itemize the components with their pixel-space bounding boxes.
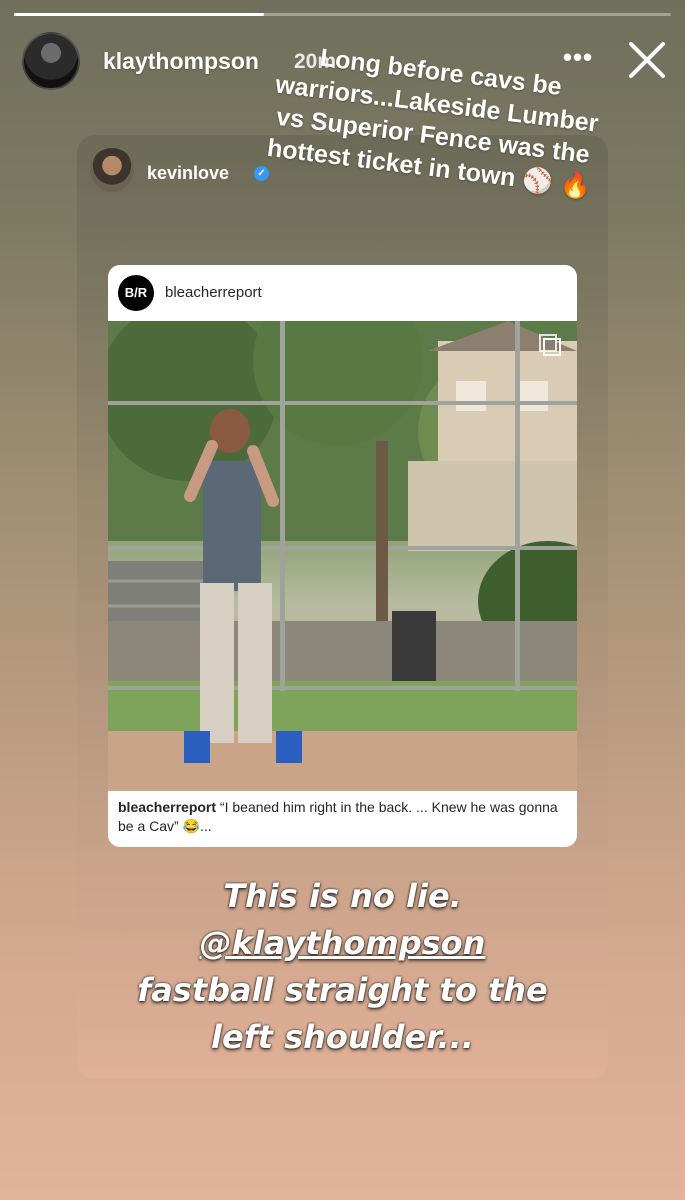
post-header: B/R bleacherreport xyxy=(108,265,577,321)
reshared-story-card[interactable]: kevinlove ✓ B/R bleacherreport bleacherr… xyxy=(77,135,608,1079)
story-progress-fill xyxy=(14,13,264,16)
story-progress-bar xyxy=(14,13,671,16)
overlay-mention[interactable]: @klaythompson xyxy=(77,920,608,967)
bleacherreport-logo[interactable]: B/R xyxy=(118,275,154,311)
reshare-username[interactable]: kevinlove xyxy=(147,163,229,184)
reshare-text-overlay: This is no lie. @klaythompson fastball s… xyxy=(77,873,608,1061)
overlay-line: left shoulder... xyxy=(211,1018,474,1056)
verified-badge-icon: ✓ xyxy=(254,166,269,181)
close-icon xyxy=(629,42,665,78)
post-photo[interactable] xyxy=(108,321,577,791)
avatar[interactable] xyxy=(22,32,80,90)
avatar[interactable] xyxy=(90,148,134,192)
post-caption-username[interactable]: bleacherreport xyxy=(118,799,216,815)
close-button[interactable] xyxy=(625,38,669,82)
overlay-line: This is no lie. xyxy=(223,877,462,915)
post-account-name[interactable]: bleacherreport xyxy=(165,284,262,301)
post-caption: bleacherreport “I beaned him right in th… xyxy=(118,798,568,836)
embedded-post[interactable]: B/R bleacherreport bleacherreport “I bea… xyxy=(108,265,577,847)
overlay-line: fastball straight to the xyxy=(137,971,548,1009)
story-username[interactable]: klaythompson xyxy=(103,48,259,75)
baseball-scene-image xyxy=(108,321,577,791)
